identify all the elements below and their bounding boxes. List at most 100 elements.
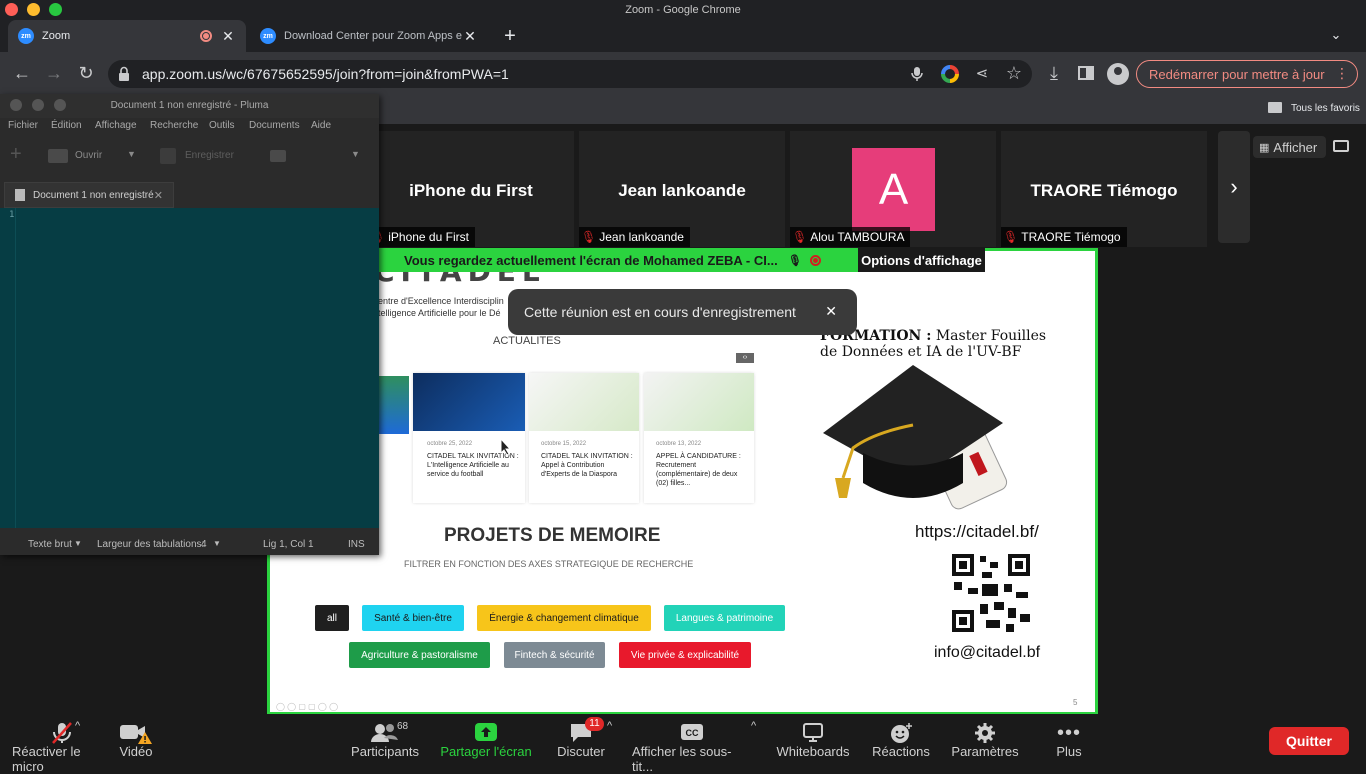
open-dropdown-chevron-icon[interactable]: ▼ [127,149,136,159]
participant-tile[interactable]: iPhone du First 🎙iPhone du First [368,131,574,247]
share-icon[interactable]: ⋖ [971,64,993,84]
share-screen-label: Partager l'écran [440,744,532,759]
more-button[interactable]: ••• Plus [1052,722,1086,759]
captions-button[interactable]: CC Afficher les sous-tit... [632,722,752,774]
tag-energie: Énergie & changement climatique [477,605,651,631]
audio-options-chevron-icon[interactable]: ^ [75,720,80,732]
tab-search-chevron-icon[interactable]: ⌄ [1326,27,1346,43]
captions-label: Afficher les sous-tit... [632,744,732,774]
recording-toast-text: Cette réunion est en cours d'enregistrem… [524,304,796,320]
insert-mode: INS [348,539,365,550]
close-toast-icon[interactable]: ✕ [825,303,837,320]
restart-update-button[interactable]: Redémarrer pour mettre à jour ⋮ [1136,60,1358,88]
side-panel-icon[interactable] [1078,66,1094,80]
minimize-video-icon[interactable] [1333,140,1349,152]
qr-code [952,554,1030,632]
tab-width-value[interactable]: 4 [201,539,207,550]
participant-avatar: A [852,148,935,231]
slide-page-number: 5 [1073,698,1078,707]
menu-documents[interactable]: Documents [249,120,300,131]
whiteboards-label: Whiteboards [776,744,850,759]
participant-tile[interactable]: TRAORE Tiémogo 🎙 TRAORE Tiémogo [1001,131,1207,247]
filter-label: FILTRER EN FONCTION DES AXES STRATEGIQUE… [404,559,694,569]
menu-outils[interactable]: Outils [209,120,235,131]
open-button[interactable]: Ouvrir [75,150,102,161]
tab-width-dropdown-icon[interactable]: ▼ [213,539,221,548]
participant-label: 🎙 TRAORE Tiémogo [1001,227,1127,247]
url-text[interactable]: app.zoom.us/wc/67675652595/join?from=joi… [142,66,509,82]
participant-tile[interactable]: A 🎙 Alou TAMBOURA [790,131,996,247]
participant-label: 🎙 Jean lankoande [579,227,690,247]
document-tab[interactable]: Document 1 non enregistré ✕ [4,182,174,208]
view-options-button[interactable]: Options d'affichage [858,248,985,272]
bookmark-star-icon[interactable]: ☆ [1003,63,1025,83]
slide-controls-icon[interactable]: ◯ ◯ ▢ ▢ ◯ ◯ [276,702,338,711]
forward-arrow-icon[interactable]: → [43,63,65,83]
chat-options-chevron-icon[interactable]: ^ [607,720,612,732]
close-tab-icon[interactable]: ✕ [220,28,236,45]
reload-icon[interactable]: ↻ [75,63,97,83]
captions-options-chevron-icon[interactable]: ^ [751,720,756,732]
view-button[interactable]: ▦ Afficher [1253,136,1326,158]
menu-aide[interactable]: Aide [311,120,331,131]
zoom-favicon-icon: zm [260,28,276,44]
zoom-favicon-icon: zm [18,28,34,44]
close-tab-icon[interactable]: ✕ [462,28,478,45]
video-camera-icon [119,722,153,744]
email-text: info@citadel.bf [934,644,1041,661]
pluma-title: Document 1 non enregistré - Pluma [110,100,269,111]
unmute-button[interactable]: Réactiver le micro [12,722,112,774]
video-button[interactable]: Vidéo [116,722,156,759]
save-button[interactable]: Enregistrer [185,150,234,161]
google-lens-icon[interactable] [941,65,959,83]
document-tab-label: Document 1 non enregistré [33,189,154,201]
gear-icon [974,722,996,744]
menu-edition[interactable]: Édition [51,120,82,131]
pluma-maximize-button[interactable] [54,99,66,111]
news-date: octobre 13, 2022 [656,441,702,447]
share-screen-button[interactable]: Partager l'écran [440,722,532,759]
print-icon[interactable] [270,150,286,162]
back-arrow-icon[interactable]: ← [11,63,33,83]
profile-avatar-icon[interactable] [1107,63,1129,85]
all-bookmarks-link[interactable]: Tous les favoris [1291,103,1360,114]
text-editor[interactable]: 1 [0,208,379,528]
muted-mic-icon: 🎙 [787,254,802,267]
menu-recherche[interactable]: Recherche [150,120,198,131]
download-icon[interactable]: ⤓ [1043,63,1065,83]
settings-button[interactable]: Paramètres [951,722,1019,759]
chat-label: Discuter [557,744,605,759]
menu-fichier[interactable]: Fichier [8,120,38,131]
open-folder-icon[interactable] [48,149,68,163]
settings-label: Paramètres [951,744,1019,759]
reactions-button[interactable]: Réactions [872,722,930,759]
tab-download-center[interactable]: zm Download Center pour Zoom Apps et mod… [250,20,488,52]
close-document-icon[interactable]: ✕ [154,189,163,202]
new-tab-icon[interactable]: + [499,25,521,47]
syntax-dropdown-icon[interactable]: ▼ [74,539,82,548]
cc-icon: CC [680,722,704,744]
next-page-chevron-icon[interactable]: › [1218,131,1250,243]
lock-icon[interactable] [118,66,130,82]
pluma-minimize-button[interactable] [32,99,44,111]
participant-label: 🎙iPhone du First [368,227,475,247]
muted-mic-icon: 🎙 [1003,230,1019,244]
close-window-button[interactable] [5,3,18,16]
save-icon[interactable] [160,148,176,164]
participant-tile[interactable]: Jean lankoande 🎙 Jean lankoande [579,131,785,247]
tag-sante: Santé & bien-être [362,605,464,631]
pluma-close-button[interactable] [10,99,22,111]
menu-affichage[interactable]: Affichage [95,120,137,131]
news-thumbnail-partial [379,376,409,434]
tab-zoom[interactable]: zm Zoom ✕ [8,20,246,52]
toolbar-overflow-chevron-icon[interactable]: ▼ [351,149,360,159]
maximize-window-button[interactable] [49,3,62,16]
new-document-icon[interactable]: + [10,144,22,164]
news-image [413,373,525,431]
minimize-window-button[interactable] [27,3,40,16]
syntax-selector[interactable]: Texte brut [28,539,72,550]
whiteboards-button[interactable]: Whiteboards [776,722,850,759]
leave-meeting-button[interactable]: Quitter [1269,727,1349,755]
tab-width-label[interactable]: Largeur des tabulations: [97,539,204,550]
microphone-icon[interactable] [910,66,924,82]
